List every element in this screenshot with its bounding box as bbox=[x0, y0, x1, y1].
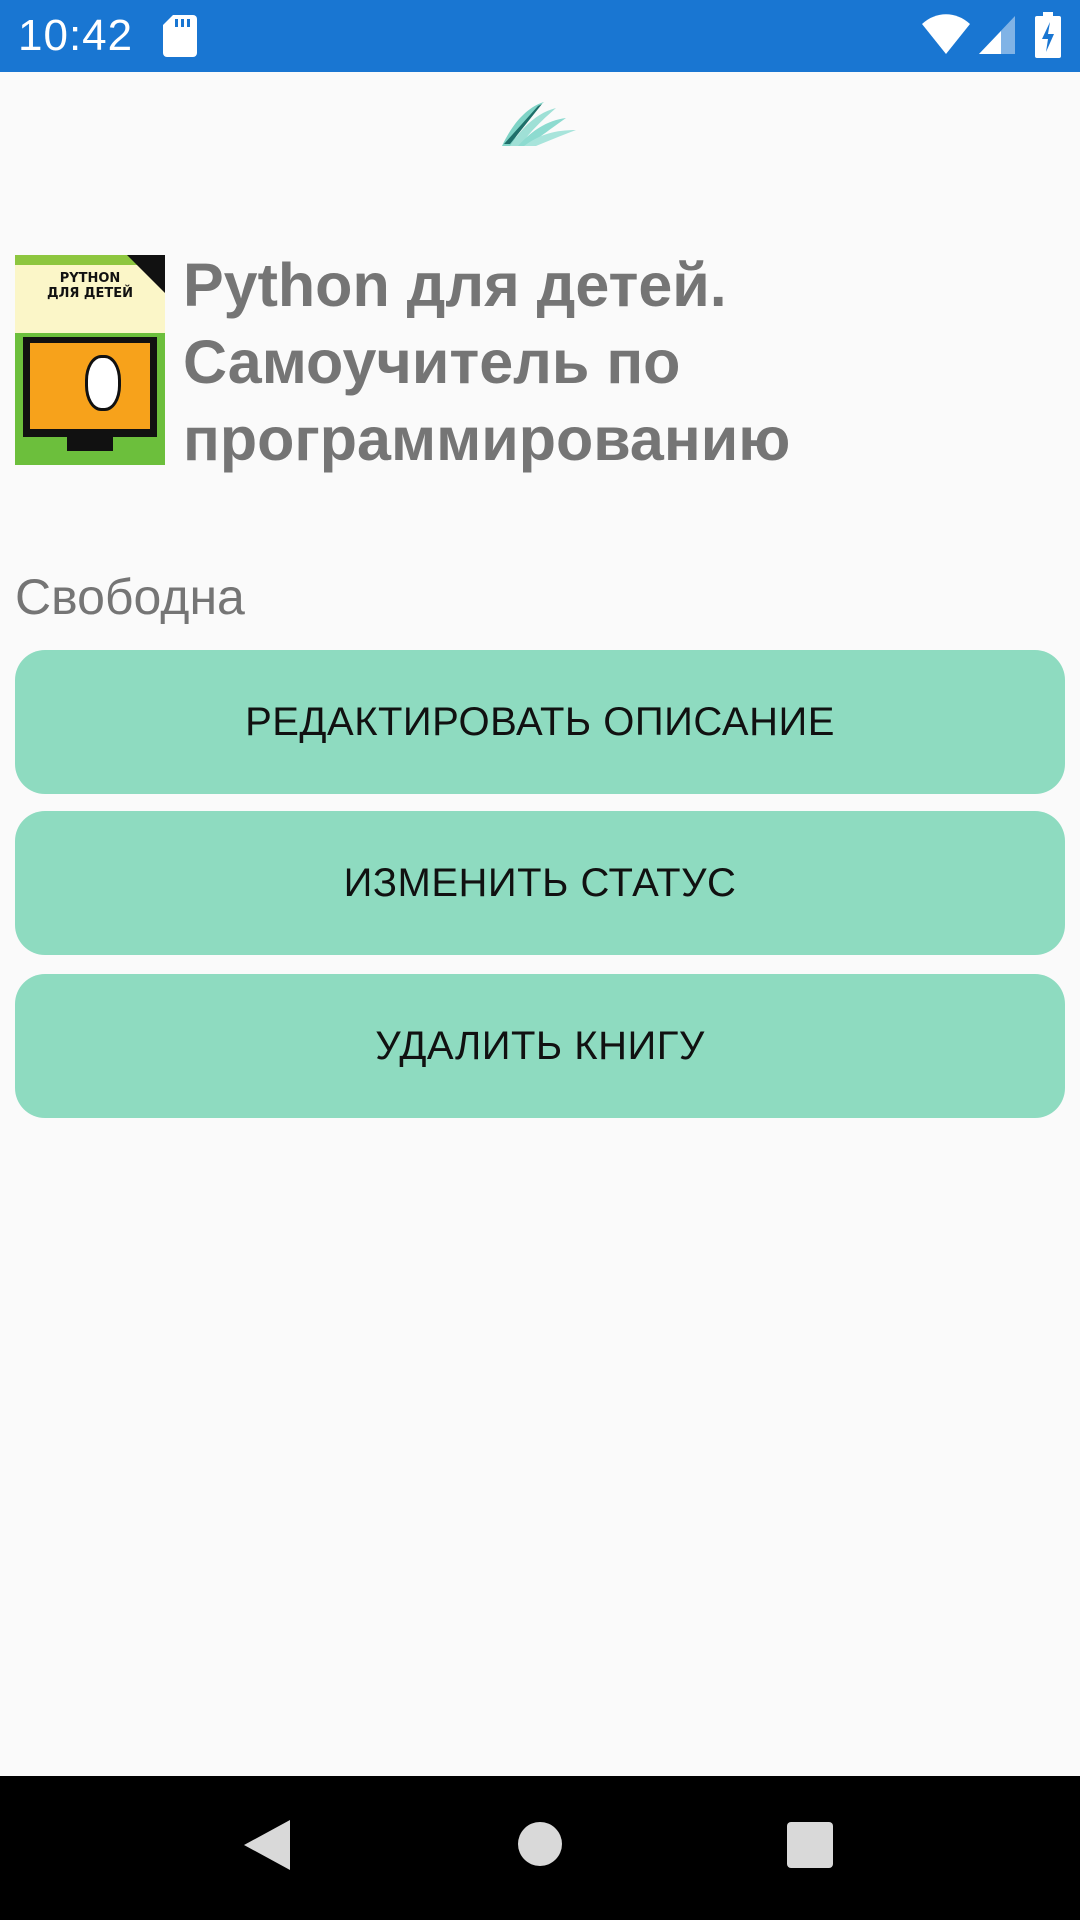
back-icon[interactable] bbox=[244, 1820, 290, 1870]
book-pages-icon bbox=[502, 102, 576, 146]
status-time: 10:42 bbox=[18, 11, 134, 60]
book-status: Свободна bbox=[15, 569, 245, 625]
change-status-button[interactable]: ИЗМЕНИТЬ СТАТУС bbox=[15, 811, 1065, 955]
cover-character bbox=[85, 355, 121, 411]
cellular-signal-icon bbox=[979, 16, 1015, 54]
book-title: Python для детей. Самоучитель по програм… bbox=[183, 251, 791, 473]
delete-book-button[interactable]: УДАЛИТЬ КНИГУ bbox=[15, 974, 1065, 1118]
cover-monitor-screen bbox=[30, 343, 150, 429]
navigation-bar bbox=[0, 1776, 1080, 1920]
home-icon[interactable] bbox=[518, 1822, 562, 1866]
cover-monitor bbox=[23, 337, 157, 437]
wifi-icon bbox=[922, 14, 970, 54]
cover-monitor-stand bbox=[67, 437, 113, 451]
edit-description-button[interactable]: РЕДАКТИРОВАТЬ ОПИСАНИЕ bbox=[15, 650, 1065, 794]
book-cover-image: PYTHON ДЛЯ ДЕТЕЙ bbox=[15, 255, 165, 465]
cover-title: PYTHON ДЛЯ ДЕТЕЙ bbox=[47, 271, 133, 301]
status-bar: 10:42 bbox=[0, 0, 1080, 72]
recents-icon[interactable] bbox=[787, 1822, 833, 1868]
battery-charging-icon bbox=[1035, 12, 1061, 58]
sd-card-icon bbox=[163, 15, 197, 57]
